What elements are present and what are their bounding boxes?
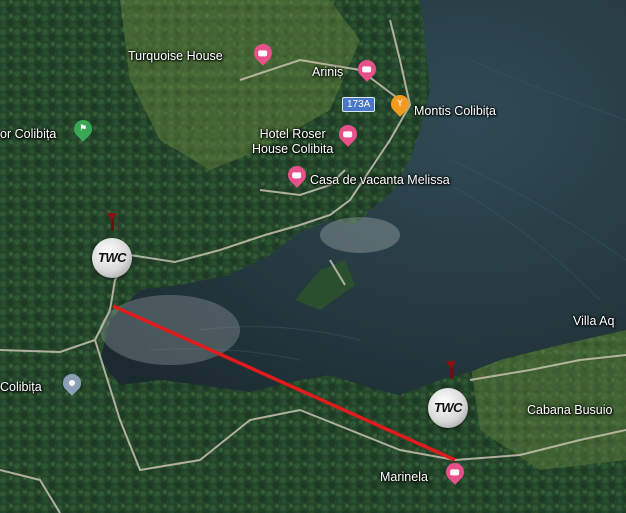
place-label-turquoise-house[interactable]: Turquoise House: [128, 50, 223, 63]
place-label-montis[interactable]: Montis Colibița: [414, 105, 496, 118]
cloud-haze: [320, 217, 400, 253]
road-number-badge: 173A: [342, 97, 376, 112]
place-label-colibita[interactable]: Colibița: [0, 381, 42, 394]
zipline-end-marker[interactable]: TWC: [428, 388, 468, 428]
place-label-tor-colibita[interactable]: or Colibița: [0, 128, 56, 141]
zipline-marker-label: TWC: [97, 250, 127, 265]
zipline-start-marker[interactable]: TWC: [92, 238, 132, 278]
place-label-villa[interactable]: Villa Aq: [573, 315, 614, 328]
flag-icon: [107, 213, 117, 231]
place-label-cabana-busuio[interactable]: Cabana Busuio: [527, 404, 612, 417]
place-label-hotel-roser[interactable]: Hotel Roser House Colibita: [252, 127, 333, 157]
zipline-marker-label: TWC: [433, 400, 463, 415]
place-label-arinis[interactable]: Ariniș: [312, 66, 343, 79]
flag-icon: [446, 361, 456, 379]
place-label-marinela[interactable]: Marinela: [380, 471, 428, 484]
place-label-casa-melissa[interactable]: Casa de vacanta Melissa: [310, 174, 450, 187]
